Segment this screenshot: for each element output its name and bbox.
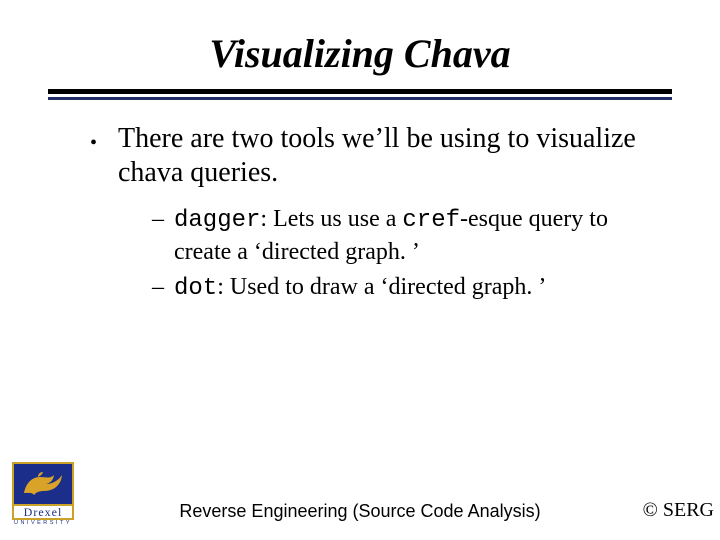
sub-text-a: : Used to draw a ‘directed graph. ’ [217,274,546,300]
bullet-dot-icon [90,124,118,190]
bullet-level2: dot: Used to draw a ‘directed graph. ’ [152,272,650,305]
footer-copyright: © SERG [643,499,714,522]
bullet-text: There are two tools we’ll be using to vi… [118,122,650,190]
dragon-icon [20,469,66,499]
footer-title: Reverse Engineering (Source Code Analysi… [0,501,720,522]
content-area: There are two tools we’ll be using to vi… [90,122,650,304]
bullet-dash-icon [152,204,174,267]
code-term: dagger [174,207,260,234]
code-term: dot [174,275,217,302]
code-term: cref [402,207,460,234]
sub-text-a: : Lets us use a [260,206,402,232]
bullet-level2: dagger: Lets us use a cref-esque query t… [152,204,650,267]
sub-bullet-body: dot: Used to draw a ‘directed graph. ’ [174,272,546,305]
sub-bullet-list: dagger: Lets us use a cref-esque query t… [152,204,650,304]
slide: Visualizing Chava There are two tools we… [0,0,720,540]
bullet-level1: There are two tools we’ll be using to vi… [90,122,650,190]
sub-bullet-body: dagger: Lets us use a cref-esque query t… [174,204,650,267]
bullet-dash-icon [152,272,174,305]
slide-title: Visualizing Chava [30,30,690,77]
title-rule [48,89,672,100]
logo-emblem [12,462,74,506]
